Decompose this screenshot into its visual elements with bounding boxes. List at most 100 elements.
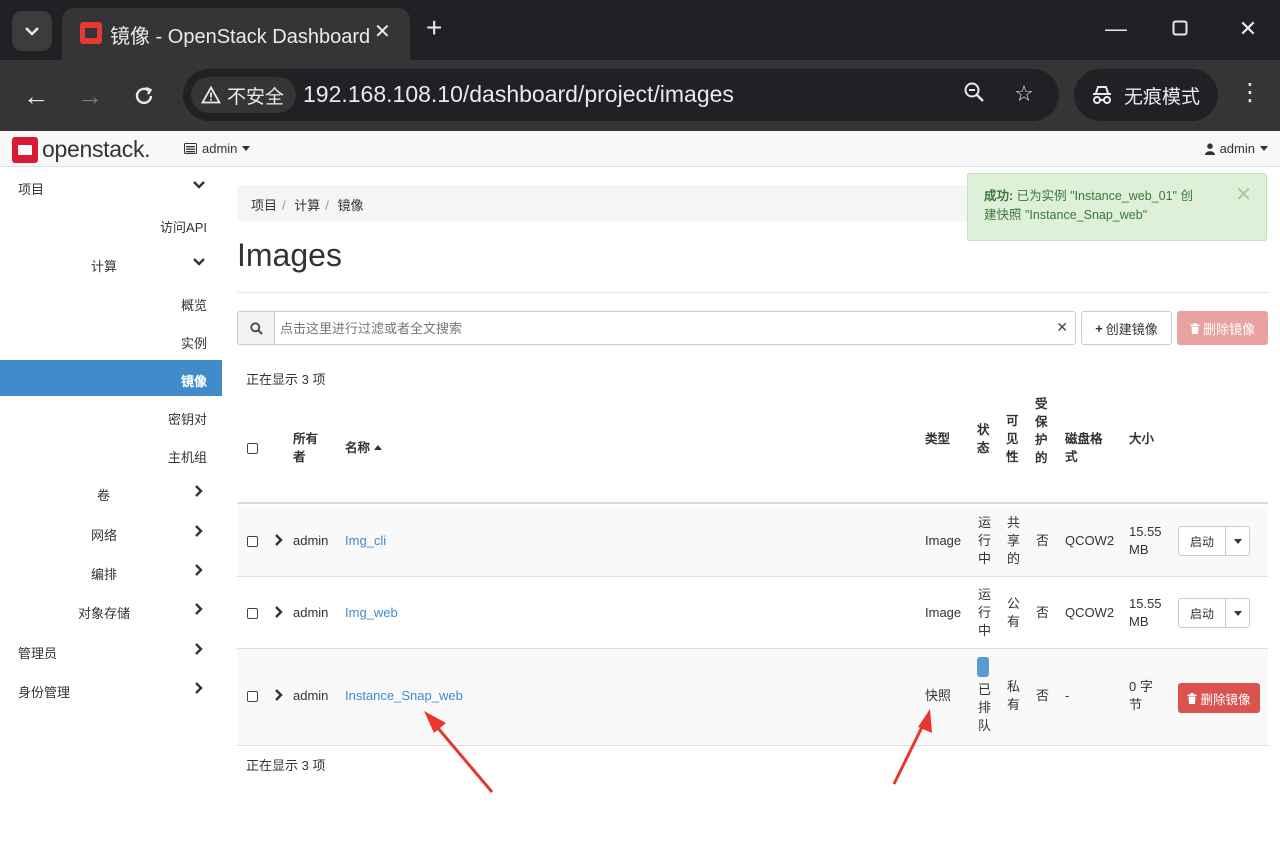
clear-icon[interactable]: ✕ — [1056, 319, 1068, 336]
more-actions-dropdown[interactable] — [1226, 598, 1250, 628]
search-icon — [249, 321, 263, 335]
column-disk-format[interactable]: 磁盘格式 — [1065, 430, 1103, 466]
success-alert: 成功: 已为实例 "Instance_web_01" 创 建快照 "Instan… — [967, 173, 1267, 241]
select-all-checkbox[interactable] — [247, 443, 258, 454]
create-image-button[interactable]: + 创建镜像 — [1081, 311, 1172, 345]
row-name-link[interactable]: Img_web — [345, 604, 398, 622]
item-count-footer: 正在显示 3 项 — [246, 758, 326, 773]
browser-menu-icon[interactable]: ⋮ — [1236, 78, 1264, 107]
row-checkbox[interactable] — [247, 608, 258, 619]
chevron-down-icon — [25, 27, 39, 36]
breadcrumb-item[interactable]: 计算 — [294, 198, 320, 213]
caret-down-icon — [1233, 610, 1242, 616]
search-button[interactable] — [238, 312, 275, 344]
minimize-icon[interactable]: — — [1096, 14, 1136, 44]
sidebar-item-admin[interactable]: 管理员 — [0, 632, 222, 668]
project-name: admin — [202, 141, 238, 156]
column-name[interactable]: 名称 — [345, 439, 382, 457]
security-chip[interactable]: 不安全 — [191, 77, 297, 113]
close-icon[interactable]: ✕ — [1235, 185, 1252, 205]
more-actions-dropdown[interactable] — [1226, 526, 1250, 556]
project-switcher[interactable]: admin — [184, 141, 251, 156]
sidebar-item-instances[interactable]: 实例 — [0, 322, 222, 358]
row-name-link[interactable]: Img_cli — [345, 532, 386, 550]
sidebar-item-images[interactable]: 镜像 — [0, 360, 222, 396]
forward-icon[interactable]: → — [72, 78, 108, 114]
tab-close-icon[interactable]: ✕ — [374, 19, 391, 44]
web-page: openstack. admin admin 项目 访问API 计算 概览 实例… — [0, 131, 1280, 860]
user-menu[interactable]: admin — [1204, 141, 1268, 156]
trash-icon — [1190, 322, 1200, 334]
sidebar-item-network[interactable]: 网络 — [0, 514, 222, 550]
openstack-logo[interactable]: openstack. — [12, 136, 151, 163]
row-disk-format: QCOW2 — [1065, 533, 1115, 548]
sidebar-item-label: 网络 — [91, 528, 118, 543]
row-type: Image — [925, 533, 962, 548]
chevron-right-icon — [195, 643, 203, 655]
chevron-right-icon — [195, 603, 203, 615]
close-window-icon[interactable]: ✕ — [1228, 14, 1268, 44]
search-input[interactable] — [276, 312, 1046, 344]
breadcrumb-item[interactable]: 项目 — [251, 198, 277, 213]
breadcrumb: 项目 / 计算 / 镜像 — [237, 185, 1037, 221]
sidebar-item-label: 对象存储 — [78, 606, 131, 621]
back-icon[interactable]: ← — [18, 78, 54, 114]
item-count: 正在显示 3 项 — [246, 372, 326, 387]
sidebar-item-access-api[interactable]: 访问API — [0, 206, 222, 242]
url-text[interactable]: 192.168.108.10/dashboard/project/images — [303, 81, 734, 108]
launch-button[interactable]: 启动 — [1178, 526, 1226, 556]
row-size: 0 字节 — [1129, 679, 1153, 712]
maximize-icon[interactable] — [1160, 14, 1200, 44]
column-visibility[interactable]: 可见性 — [1006, 412, 1019, 466]
column-size[interactable]: 大小 — [1129, 430, 1154, 448]
row-status: 已排队 — [978, 682, 992, 733]
row-checkbox[interactable] — [247, 536, 258, 547]
sidebar-item-compute[interactable]: 计算 — [0, 245, 222, 281]
address-bar[interactable]: 不安全 192.168.108.10/dashboard/project/ima… — [183, 69, 1059, 121]
delete-image-button[interactable]: 删除镜像 — [1178, 683, 1260, 713]
table-row[interactable]: admin Img_web Image 运行中 公有 否 QCOW2 15.55… — [237, 577, 1268, 649]
bookmark-star-icon[interactable]: ☆ — [1009, 81, 1039, 107]
expand-row-icon[interactable] — [274, 534, 284, 546]
caret-down-icon — [1233, 538, 1242, 544]
sidebar-item-orchestration[interactable]: 编排 — [0, 553, 222, 589]
table-row[interactable]: admin Instance_Snap_web 快照 已排队 私有 否 - 0 … — [237, 649, 1268, 746]
row-status: 运行中 — [978, 587, 992, 638]
plus-icon: + — [1095, 320, 1103, 336]
browser-tab[interactable]: 镜像 - OpenStack Dashboard ✕ — [62, 8, 410, 60]
new-tab-icon[interactable]: + — [426, 14, 442, 42]
sidebar-item-keypairs[interactable]: 密钥对 — [0, 398, 222, 434]
expand-row-icon[interactable] — [274, 689, 284, 701]
table-row[interactable]: admin Img_cli Image 运行中 共享的 否 QCOW2 15.5… — [237, 505, 1268, 577]
sidebar-item-volumes[interactable]: 卷 — [0, 474, 222, 510]
tab-search-button[interactable] — [12, 11, 52, 51]
sidebar-item-overview[interactable]: 概览 — [0, 284, 222, 320]
sort-asc-icon — [373, 445, 382, 450]
column-owner[interactable]: 所有者 — [293, 430, 318, 466]
alert-strong: 成功: — [984, 189, 1014, 203]
column-protected[interactable]: 受保护的 — [1035, 395, 1048, 467]
row-checkbox[interactable] — [247, 691, 258, 702]
incognito-label: 无痕模式 — [1124, 86, 1201, 108]
table-header: 所有者 名称 类型 状态 可见性 受保护的 磁盘格式 大小 — [237, 394, 1268, 504]
delete-images-button[interactable]: 删除镜像 — [1177, 311, 1268, 345]
row-name-link[interactable]: Instance_Snap_web — [345, 687, 463, 705]
incognito-chip[interactable]: 无痕模式 — [1074, 69, 1218, 121]
row-owner: admin — [293, 688, 329, 703]
zoom-icon[interactable] — [959, 81, 989, 109]
sidebar-item-label: 计算 — [91, 259, 118, 274]
row-type: 快照 — [925, 688, 952, 703]
expand-row-icon[interactable] — [274, 606, 284, 618]
column-type[interactable]: 类型 — [925, 430, 950, 448]
column-status[interactable]: 状态 — [977, 421, 990, 457]
openstack-logo-text: openstack. — [42, 136, 151, 162]
reload-icon[interactable] — [126, 78, 162, 114]
delete-images-label: 删除镜像 — [1202, 321, 1255, 337]
sidebar-item-project[interactable]: 项目 — [0, 168, 222, 204]
sidebar-item-object-store[interactable]: 对象存储 — [0, 592, 222, 628]
sidebar-item-identity[interactable]: 身份管理 — [0, 671, 222, 707]
row-owner: admin — [293, 533, 329, 548]
launch-button[interactable]: 启动 — [1178, 598, 1226, 628]
incognito-icon — [1093, 86, 1111, 104]
sidebar-item-server-groups[interactable]: 主机组 — [0, 436, 222, 472]
